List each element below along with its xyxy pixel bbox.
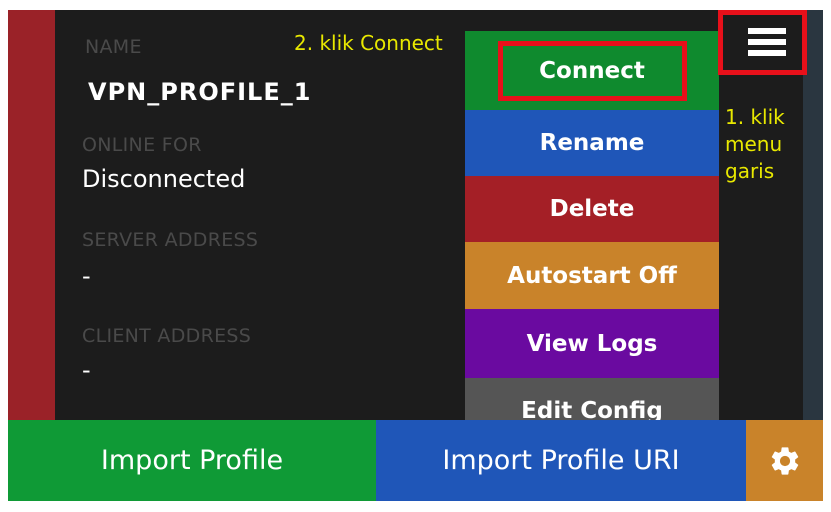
import-profile-uri-label: Import Profile URI	[442, 445, 680, 476]
import-profile-button[interactable]: Import Profile	[8, 420, 376, 501]
profile-name: VPN_PROFILE_1	[88, 78, 312, 106]
annotation-step-1: 1. klik menu garis	[725, 104, 785, 185]
online-for-value: Disconnected	[82, 165, 246, 193]
annotation-step-2: 2. klik Connect	[294, 31, 443, 55]
server-address-label: SERVER ADDRESS	[82, 229, 259, 251]
import-profile-uri-button[interactable]: Import Profile URI	[376, 420, 746, 501]
rename-label: Rename	[539, 130, 645, 156]
profile-status-strip	[8, 10, 55, 420]
annotation-step-1-line-3: garis	[725, 159, 775, 183]
server-address-value: -	[82, 262, 91, 290]
view-logs-label: View Logs	[526, 330, 658, 357]
rename-menu-item[interactable]: Rename	[465, 110, 719, 176]
menu-button[interactable]	[718, 10, 807, 75]
annotation-step-1-line-2: menu	[725, 132, 783, 156]
connect-menu-item[interactable]: Connect	[465, 31, 719, 110]
hamburger-icon	[723, 15, 802, 70]
autostart-menu-item[interactable]: Autostart Off	[465, 242, 719, 309]
annotation-step-1-line-1: 1. klik	[725, 105, 785, 129]
client-address-label: CLIENT ADDRESS	[82, 325, 252, 347]
settings-button[interactable]	[746, 420, 823, 501]
connect-label: Connect	[539, 57, 645, 84]
import-profile-label: Import Profile	[100, 445, 284, 476]
name-label: NAME	[85, 36, 142, 58]
autostart-label: Autostart Off	[507, 262, 677, 289]
delete-label: Delete	[549, 196, 635, 222]
client-address-value: -	[82, 356, 91, 384]
online-for-label: ONLINE FOR	[82, 134, 202, 156]
delete-menu-item[interactable]: Delete	[465, 176, 719, 242]
view-logs-menu-item[interactable]: View Logs	[465, 309, 719, 378]
gear-icon	[771, 446, 798, 475]
